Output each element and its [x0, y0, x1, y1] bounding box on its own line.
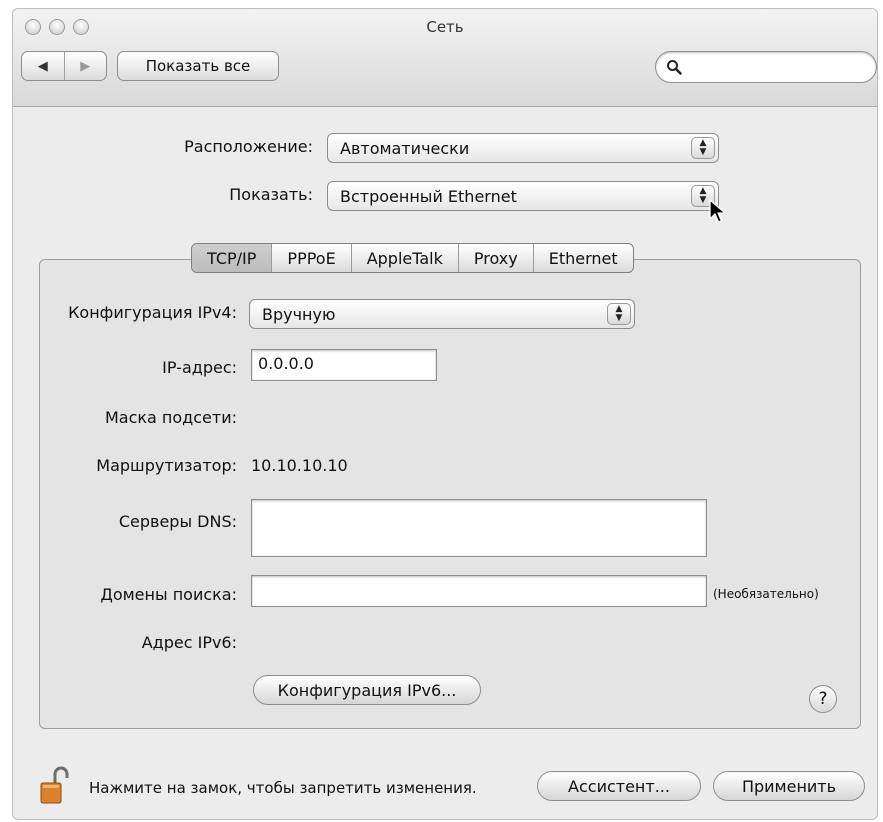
tab-bar: TCP/IP PPPoE AppleTalk Proxy Ethernet: [191, 243, 634, 273]
ipv4-config-popup[interactable]: Вручную ▲ ▼: [249, 299, 635, 329]
popup-arrows-icon: ▲ ▼: [691, 137, 715, 159]
forward-button[interactable]: ▶: [63, 52, 107, 80]
ipv4-config-label: Конфигурация IPv4:: [68, 303, 237, 322]
tab-proxy[interactable]: Proxy: [457, 244, 533, 272]
show-all-button[interactable]: Показать все: [117, 51, 279, 81]
tab-ethernet[interactable]: Ethernet: [532, 244, 633, 272]
lock-icon[interactable]: [39, 765, 71, 805]
search-domains-field[interactable]: [251, 575, 707, 607]
search-domains-label: Домены поиска:: [100, 585, 237, 604]
title-bar: Сеть ◀ ▶ Показать все: [13, 9, 877, 107]
show-value: Встроенный Ethernet: [340, 186, 517, 206]
apply-button[interactable]: Применить: [713, 771, 865, 801]
ip-address-label: IP-адрес:: [162, 358, 237, 377]
back-forward-control: ◀ ▶: [21, 51, 107, 81]
help-button[interactable]: ?: [809, 685, 837, 713]
subnet-mask-label: Маска подсети:: [104, 408, 237, 427]
window-title: Сеть: [426, 18, 464, 36]
location-label: Расположение:: [184, 137, 313, 156]
assistant-button[interactable]: Ассистент...: [537, 771, 701, 801]
optional-hint: (Необязательно): [713, 587, 819, 601]
search-input[interactable]: [655, 51, 877, 83]
show-label: Показать:: [229, 185, 313, 204]
back-button[interactable]: ◀: [22, 52, 64, 80]
show-popup[interactable]: Встроенный Ethernet ▲ ▼: [327, 181, 719, 211]
tab-pppoe[interactable]: PPPoE: [271, 244, 350, 272]
router-label: Маршрутизатор:: [96, 456, 237, 475]
configure-ipv6-button[interactable]: Конфигурация IPv6...: [253, 675, 481, 705]
search-icon: [667, 60, 682, 75]
popup-arrows-icon: ▲ ▼: [607, 303, 631, 325]
router-value: 10.10.10.10: [251, 456, 348, 475]
ip-address-field[interactable]: 0.0.0.0: [251, 349, 437, 381]
lock-hint-text: Нажмите на замок, чтобы запретить измене…: [89, 779, 477, 797]
tab-tcpip[interactable]: TCP/IP: [192, 244, 272, 272]
ipv4-config-value: Вручную: [262, 304, 336, 324]
tcpip-panel: [39, 259, 861, 729]
dns-servers-label: Серверы DNS:: [118, 512, 237, 531]
mouse-cursor-icon: [709, 199, 726, 223]
location-value: Автоматически: [340, 138, 470, 158]
location-popup[interactable]: Автоматически ▲ ▼: [327, 133, 719, 163]
tab-appletalk[interactable]: AppleTalk: [350, 244, 458, 272]
dns-servers-field[interactable]: [251, 499, 707, 557]
ipv6-address-label: Адрес IPv6:: [141, 633, 237, 652]
network-preferences-window: Сеть ◀ ▶ Показать все Расположение: Авто…: [12, 8, 878, 820]
